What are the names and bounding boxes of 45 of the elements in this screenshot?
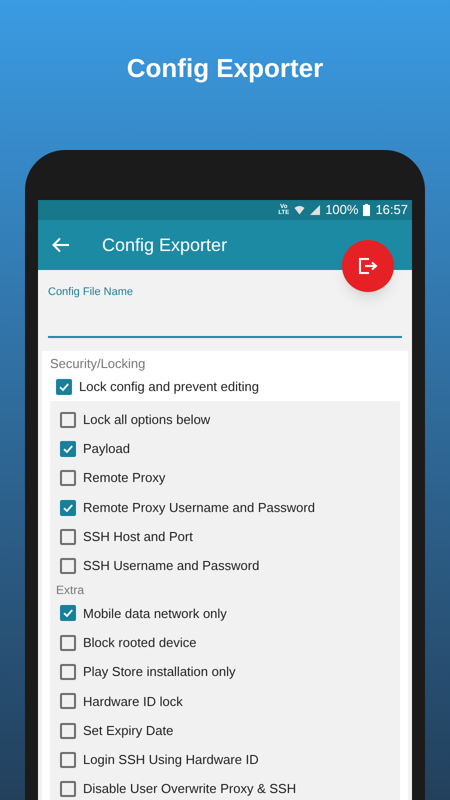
option-label: Set Expiry Date xyxy=(83,722,174,740)
check-icon xyxy=(58,381,70,393)
option-label: Login SSH Using Hardware ID xyxy=(83,751,259,770)
clock: 16:57 xyxy=(375,203,408,217)
checkbox[interactable] xyxy=(60,528,76,545)
option-label: Disable User Overwrite Proxy & SSH xyxy=(83,780,296,798)
option-label: SSH Username and Password xyxy=(83,557,260,576)
checkbox[interactable] xyxy=(60,558,76,574)
app-bar-title: Config Exporter xyxy=(102,234,228,257)
section-title: Security/Locking xyxy=(50,355,146,373)
checkbox[interactable] xyxy=(56,379,72,395)
battery-percent: 100% xyxy=(325,203,358,217)
signal-icon xyxy=(310,205,320,215)
checkbox[interactable] xyxy=(60,634,76,651)
option-label: Play Store installation only xyxy=(83,663,236,682)
headline: Config Exporter xyxy=(126,52,324,85)
checkbox[interactable] xyxy=(60,470,76,486)
wifi-icon xyxy=(294,205,306,215)
option-label: Lock config and prevent editing xyxy=(79,378,259,396)
option-label: Hardware ID lock xyxy=(83,692,183,711)
checkbox[interactable] xyxy=(60,500,76,516)
option-label: Lock all options below xyxy=(83,410,210,429)
section-title: Extra xyxy=(56,582,84,599)
battery-icon xyxy=(363,204,370,216)
check-icon xyxy=(62,502,74,514)
option-label: Remote Proxy Username and Password xyxy=(83,498,315,517)
back-arrow-icon[interactable] xyxy=(52,237,70,253)
checkbox[interactable] xyxy=(60,605,76,622)
export-button[interactable] xyxy=(342,240,394,292)
checkbox[interactable] xyxy=(60,693,76,710)
check-icon xyxy=(62,442,74,455)
checkbox[interactable] xyxy=(60,412,76,428)
option-label: SSH Host and Port xyxy=(83,528,193,546)
checkbox[interactable] xyxy=(60,440,76,457)
option-label: Payload xyxy=(83,440,130,458)
option-label: Remote Proxy xyxy=(83,469,166,488)
option-label: Mobile data network only xyxy=(83,604,227,623)
checkbox[interactable] xyxy=(60,664,76,680)
checkbox[interactable] xyxy=(60,752,76,768)
checkbox[interactable] xyxy=(60,781,76,798)
checkbox[interactable] xyxy=(60,722,76,739)
check-icon xyxy=(62,607,74,620)
export-icon xyxy=(358,257,378,275)
option-label: Block rooted device xyxy=(83,634,196,652)
field-label: Config File Name xyxy=(48,286,133,298)
